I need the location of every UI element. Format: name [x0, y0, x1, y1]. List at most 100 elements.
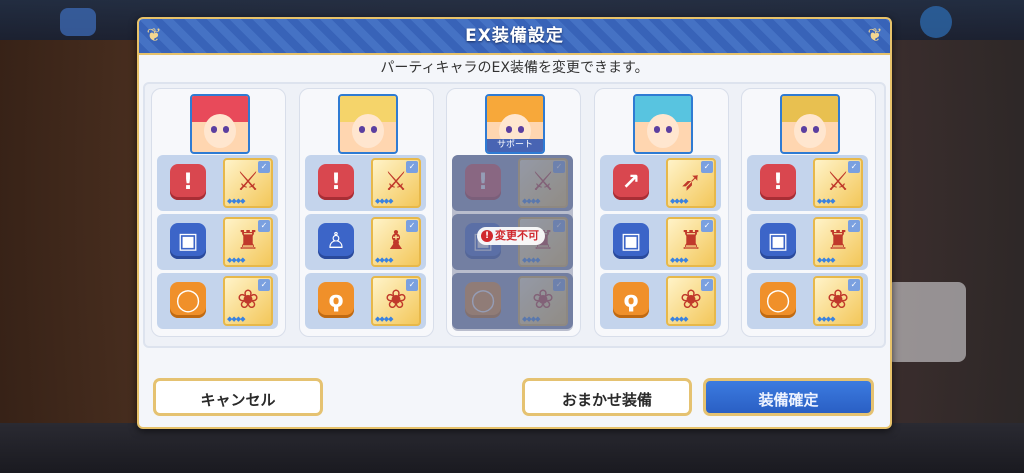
portrait-eye [654, 126, 660, 133]
accessory-slot[interactable]: ◯ ❀ ✓ ◆◆◆◆ [157, 273, 278, 329]
rank-badge-icon: ✓ [701, 220, 713, 232]
sword-equipment-icon[interactable]: ⚔ ✓ ◆◆◆◆ [371, 158, 421, 208]
armor-slot[interactable]: ▣ ♜ ✓ ◆◆◆◆ [157, 214, 278, 270]
armor-equipment-icon[interactable]: ♜ ✓ ◆◆◆◆ [223, 217, 273, 267]
armor-icon: ▣ [170, 223, 206, 259]
sword-icon: ! [318, 164, 354, 200]
armor-equipment-icon[interactable]: ♜ ✓ ◆◆◆◆ [813, 217, 863, 267]
weapon-slot[interactable]: ! ⚔ ✓ ◆◆◆◆ [747, 155, 868, 211]
sword-equipment-icon[interactable]: ⚔ ✓ ◆◆◆◆ [813, 158, 863, 208]
character-portrait[interactable] [780, 94, 840, 154]
armor-slot[interactable]: ▣ ♜ ✓ ◆◆◆◆ [747, 214, 868, 270]
portrait-face [647, 114, 679, 148]
armor-equipment-icon[interactable]: ♜ ✓ ◆◆◆◆ [666, 217, 716, 267]
dialog-title: EX装備設定 [465, 26, 564, 46]
rarity-stars-icon: ◆◆◆◆ [670, 315, 689, 323]
portrait-eye [666, 126, 672, 133]
rarity-stars-icon: ◆◆◆◆ [817, 315, 836, 323]
armor-icon: ▣ [613, 223, 649, 259]
shirt-icon: ♙ [318, 223, 354, 259]
armor-icon: ▣ [760, 223, 796, 259]
rank-badge-icon: ✓ [848, 161, 860, 173]
rank-badge-icon: ✓ [848, 279, 860, 291]
rank-badge-icon: ✓ [258, 279, 270, 291]
background-footer [0, 423, 1024, 473]
accessory-slot[interactable]: ϙ ❀ ✓ ◆◆◆◆ [305, 273, 426, 329]
weapon-slot[interactable]: ↗ ➶ ✓ ◆◆◆◆ [600, 155, 721, 211]
portrait-eye [371, 126, 377, 133]
sword-icon: ! [760, 164, 796, 200]
robe-equipment-icon[interactable]: ♝ ✓ ◆◆◆◆ [371, 217, 421, 267]
rarity-stars-icon: ◆◆◆◆ [375, 315, 394, 323]
cancel-button[interactable]: キャンセル [153, 378, 323, 416]
character-column-4: ↗ ➶ ✓ ◆◆◆◆ ▣ ♜ ✓ ◆◆◆◆ ϙ ❀ ✓ ◆◆◆◆ [594, 88, 729, 337]
portrait-face [352, 114, 384, 148]
rarity-stars-icon: ◆◆◆◆ [670, 197, 689, 205]
no-change-label: 変更不可 [495, 229, 539, 242]
rarity-stars-icon: ◆◆◆◆ [375, 197, 394, 205]
rank-badge-icon: ✓ [258, 161, 270, 173]
rarity-stars-icon: ◆◆◆◆ [227, 197, 246, 205]
accessory-slot[interactable]: ◯ ❀ ✓ ◆◆◆◆ [747, 273, 868, 329]
no-change-badge: ! 変更不可 [477, 227, 545, 245]
character-portrait[interactable] [633, 94, 693, 154]
rarity-stars-icon: ◆◆◆◆ [375, 256, 394, 264]
weapon-slot[interactable]: ! ⚔ ✓ ◆◆◆◆ [157, 155, 278, 211]
accessory-equipment-icon[interactable]: ❀ ✓ ◆◆◆◆ [666, 276, 716, 326]
character-column-3: サポート!⚔✓◆◆◆◆▣♜✓◆◆◆◆◯❀✓◆◆◆◆!変更不可 [446, 88, 581, 337]
spear-equipment-icon[interactable]: ➶ ✓ ◆◆◆◆ [666, 158, 716, 208]
character-column-1: ! ⚔ ✓ ◆◆◆◆ ▣ ♜ ✓ ◆◆◆◆ ◯ ❀ ✓ ◆◆◆◆ [151, 88, 286, 337]
ring-icon: ◯ [170, 282, 206, 318]
character-portrait[interactable] [190, 94, 250, 154]
portrait-eye [518, 126, 524, 133]
auto-equip-button[interactable]: おまかせ装備 [522, 378, 692, 416]
accessory-equipment-icon[interactable]: ❀ ✓ ◆◆◆◆ [223, 276, 273, 326]
rarity-stars-icon: ◆◆◆◆ [670, 256, 689, 264]
rarity-stars-icon: ◆◆◆◆ [817, 197, 836, 205]
portrait-eye [801, 126, 807, 133]
portrait-eye [223, 126, 229, 133]
spear-icon: ↗ [613, 164, 649, 200]
sword-icon: ! [170, 164, 206, 200]
armor-slot[interactable]: ▣ ♜ ✓ ◆◆◆◆ [600, 214, 721, 270]
rank-badge-icon: ✓ [701, 161, 713, 173]
rarity-stars-icon: ◆◆◆◆ [817, 256, 836, 264]
dialog-header: ❦ EX装備設定 ❦ [139, 19, 890, 55]
ring-icon: ◯ [760, 282, 796, 318]
dialog-subtitle: パーティキャラのEX装備を変更できます。 [380, 60, 649, 76]
warning-icon: ! [481, 230, 493, 242]
help-button-background [920, 6, 952, 38]
amulet-icon: ϙ [613, 282, 649, 318]
rank-badge-icon: ✓ [406, 279, 418, 291]
flourish-right-icon: ❦ [867, 25, 883, 46]
amulet-icon: ϙ [318, 282, 354, 318]
armor-slot[interactable]: ♙ ♝ ✓ ◆◆◆◆ [305, 214, 426, 270]
confirm-equipment-button[interactable]: 装備確定 [703, 378, 874, 416]
character-column-5: ! ⚔ ✓ ◆◆◆◆ ▣ ♜ ✓ ◆◆◆◆ ◯ ❀ ✓ ◆◆◆◆ [741, 88, 876, 337]
back-button-background [60, 8, 96, 36]
portrait-eye [211, 126, 217, 133]
rank-badge-icon: ✓ [406, 220, 418, 232]
accessory-equipment-icon[interactable]: ❀ ✓ ◆◆◆◆ [813, 276, 863, 326]
rank-badge-icon: ✓ [701, 279, 713, 291]
accessory-equipment-icon[interactable]: ❀ ✓ ◆◆◆◆ [371, 276, 421, 326]
rank-badge-icon: ✓ [406, 161, 418, 173]
accessory-slot[interactable]: ϙ ❀ ✓ ◆◆◆◆ [600, 273, 721, 329]
portrait-eye [813, 126, 819, 133]
background-scene-left [0, 40, 140, 423]
rarity-stars-icon: ◆◆◆◆ [227, 315, 246, 323]
rank-badge-icon: ✓ [258, 220, 270, 232]
weapon-slot[interactable]: ! ⚔ ✓ ◆◆◆◆ [305, 155, 426, 211]
portrait-eye [506, 126, 512, 133]
character-portrait[interactable]: サポート [485, 94, 545, 154]
support-label: サポート [487, 139, 543, 152]
ex-equipment-dialog: ❦ EX装備設定 ❦ パーティキャラのEX装備を変更できます。 ! ⚔ ✓ ◆◆◆◆ ▣… [137, 17, 892, 429]
portrait-face [204, 114, 236, 148]
sword-equipment-icon[interactable]: ⚔ ✓ ◆◆◆◆ [223, 158, 273, 208]
rarity-stars-icon: ◆◆◆◆ [227, 256, 246, 264]
background-side-panel [886, 282, 966, 362]
character-portrait[interactable] [338, 94, 398, 154]
background-scene-right [884, 40, 1024, 423]
character-column-2: ! ⚔ ✓ ◆◆◆◆ ♙ ♝ ✓ ◆◆◆◆ ϙ ❀ ✓ ◆◆◆◆ [299, 88, 434, 337]
rank-badge-icon: ✓ [848, 220, 860, 232]
